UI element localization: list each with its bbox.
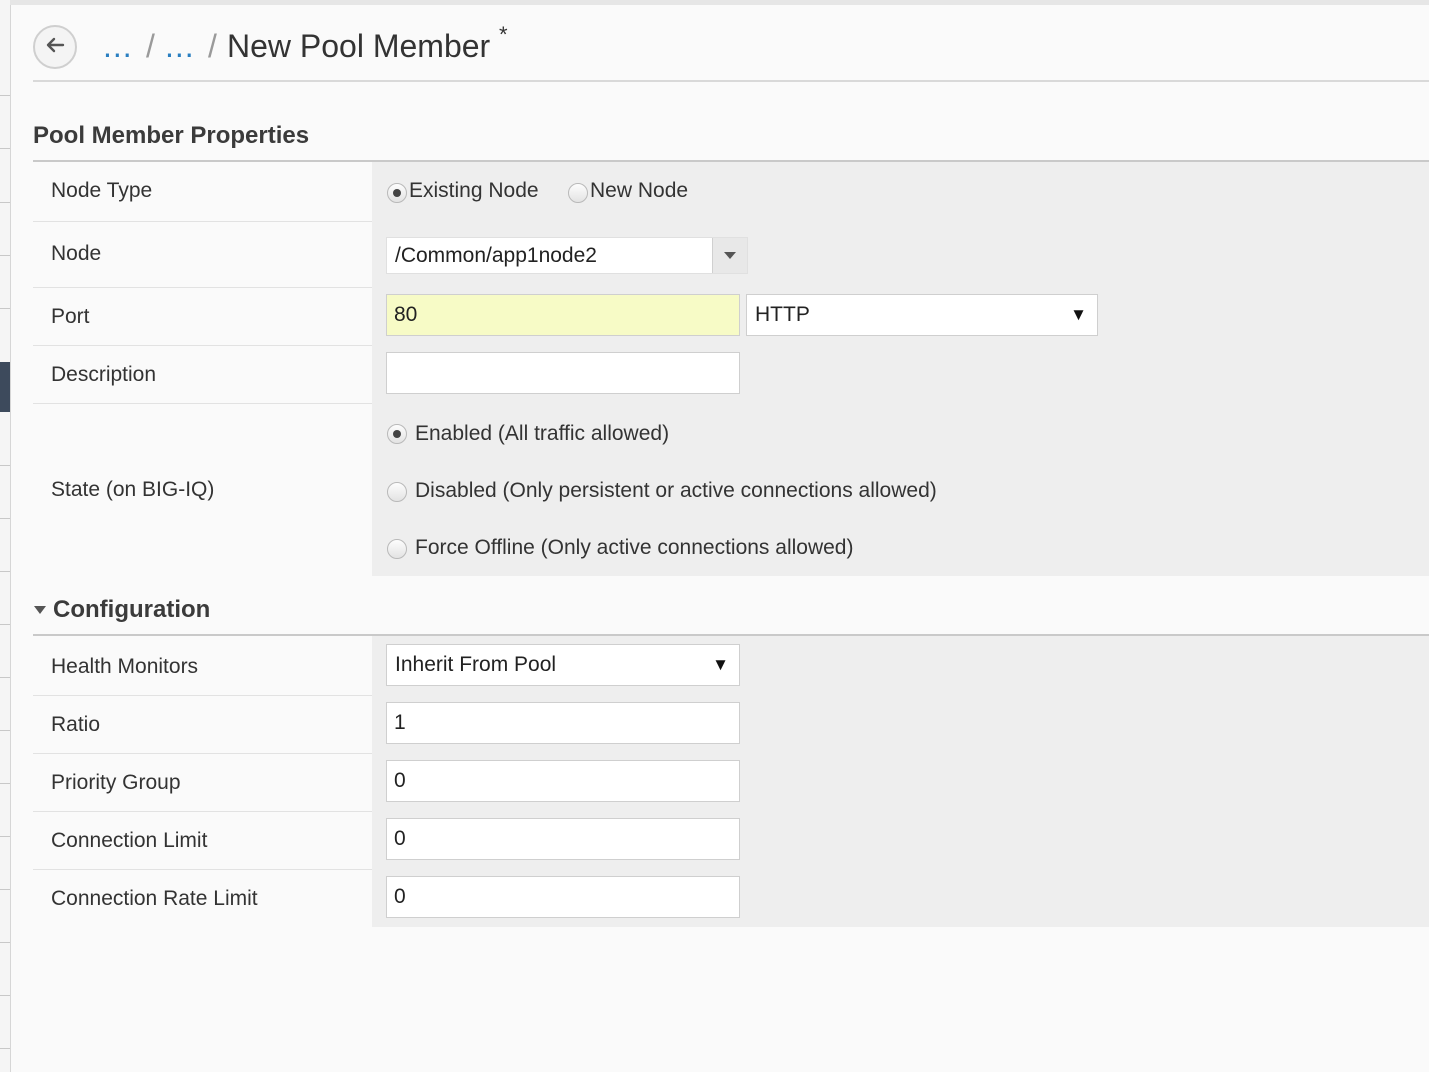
connection-limit-value [372,811,1429,869]
row-port: Port HTTP ▼ [33,287,1429,346]
nav-divider [0,783,10,784]
node-combobox[interactable]: /Common/app1node2 [386,237,748,274]
priority-group-label: Priority Group [51,771,181,794]
radio-state-disabled[interactable] [387,482,407,502]
breadcrumb-separator: / [208,28,217,64]
ratio-input[interactable] [386,702,740,744]
nav-divider [0,202,10,203]
left-nav-strip [0,0,11,1072]
nav-divider [0,836,10,837]
nav-divider [0,465,10,466]
page-title: New Pool Member [227,28,491,64]
nav-divider [0,95,10,96]
state-value: Enabled (All traffic allowed) Disabled (… [372,403,1429,576]
nav-divider [0,624,10,625]
row-health-monitors: Health Monitors Inherit From Pool ▼ [33,636,1429,696]
row-ratio: Ratio [33,695,1429,754]
back-button[interactable] [33,25,77,69]
caret-down-icon [724,252,736,259]
nav-divider [0,942,10,943]
priority-group-value [372,753,1429,811]
nav-divider [0,995,10,996]
node-combobox-value: /Common/app1node2 [395,244,597,267]
radio-label-state-enabled[interactable]: Enabled (All traffic allowed) [415,422,669,446]
node-type-label: Node Type [51,179,153,202]
nav-divider [0,518,10,519]
connection-limit-input[interactable] [386,818,740,860]
row-connection-limit: Connection Limit [33,811,1429,870]
nav-divider [0,730,10,731]
state-label: State (on BIG-IQ) [51,478,215,501]
breadcrumb-link-2[interactable]: ... [165,24,195,68]
back-arrow-icon [43,33,67,62]
port-service-value: HTTP [755,303,810,326]
nav-divider [0,148,10,149]
row-description: Description [33,345,1429,404]
connection-rate-limit-input[interactable] [386,876,740,918]
caret-down-icon: ▼ [1070,305,1087,324]
ratio-label: Ratio [51,713,101,736]
top-edge [10,0,1429,5]
nav-divider [0,889,10,890]
radio-existing-node[interactable] [387,183,407,203]
nav-active-indicator[interactable] [0,362,10,412]
radio-label-existing-node[interactable]: Existing Node [409,179,539,203]
nav-divider [0,1048,10,1049]
nav-divider [0,308,10,309]
breadcrumb: ... / ... / New Pool Member * [33,18,1429,82]
caret-down-icon: ▼ [712,655,729,674]
section-title-properties: Pool Member Properties [33,122,310,149]
row-node-type: Node Type Existing Node New Node [33,162,1429,222]
description-input[interactable] [386,352,740,394]
nav-divider [0,255,10,256]
radio-label-state-disabled[interactable]: Disabled (Only persistent or active conn… [415,479,937,503]
node-label: Node [51,242,102,265]
breadcrumb-separator: / [146,28,155,64]
collapse-triangle-icon[interactable] [34,606,46,614]
ratio-value [372,695,1429,753]
nav-divider [0,571,10,572]
connection-rate-limit-value [372,869,1429,927]
health-monitors-selected: Inherit From Pool [395,653,557,676]
health-monitors-label: Health Monitors [51,655,199,678]
description-label: Description [51,363,157,386]
nav-divider [0,677,10,678]
description-value [372,345,1429,403]
unsaved-marker: * [499,22,508,47]
radio-new-node[interactable] [568,183,588,203]
breadcrumb-link-1[interactable]: ... [103,24,133,68]
priority-group-input[interactable] [386,760,740,802]
node-type-value: Existing Node New Node [372,162,1429,221]
node-combobox-button[interactable] [712,238,747,273]
radio-state-enabled[interactable] [387,424,407,444]
row-connection-rate-limit: Connection Rate Limit [33,869,1429,927]
health-monitors-value: Inherit From Pool ▼ [372,636,1429,695]
node-value: /Common/app1node2 [372,221,1429,287]
port-input[interactable] [386,294,740,336]
port-service-select[interactable]: HTTP ▼ [746,294,1098,336]
port-label: Port [51,305,90,328]
health-monitors-select[interactable]: Inherit From Pool ▼ [386,644,740,686]
section-title-configuration[interactable]: Configuration [53,596,210,624]
row-state: State (on BIG-IQ) Enabled (All traffic a… [33,403,1429,576]
row-priority-group: Priority Group [33,753,1429,812]
connection-rate-limit-label: Connection Rate Limit [51,887,258,910]
connection-limit-label: Connection Limit [51,829,208,852]
radio-label-state-force-offline[interactable]: Force Offline (Only active connections a… [415,536,853,560]
radio-label-new-node[interactable]: New Node [590,179,688,203]
radio-state-force-offline[interactable] [387,539,407,559]
row-node: Node /Common/app1node2 [33,221,1429,288]
port-value: HTTP ▼ [372,287,1429,345]
